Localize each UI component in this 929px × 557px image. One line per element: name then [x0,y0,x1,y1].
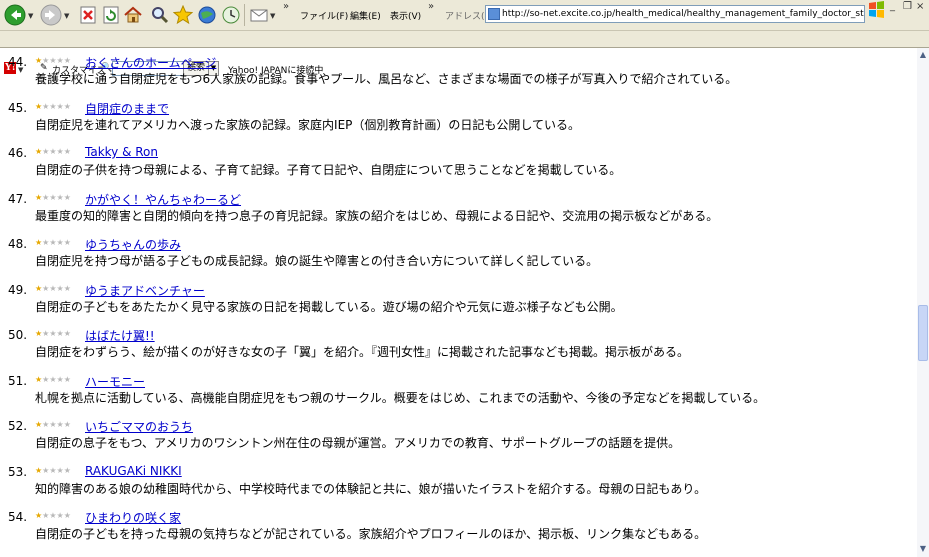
item-number: 44. [8,55,28,69]
scroll-thumb[interactable] [918,305,928,361]
item-number: 49. [8,282,28,297]
site-description: 自閉症の子どもを持った母親の気持ちなどが記されている。家族紹介やプロフィールのほ… [35,527,707,541]
site-link[interactable]: ひまわりの咲く家 [85,509,181,526]
list-item: 48. ゆうちゃんの歩み 自閉症児を持つ母が語る子どもの成長記録。娘の誕生や障害との… [0,231,917,276]
yahoo-toolbar: Y! ▼ ✎ カスタマイズ 🔍 検索 ▼ Yahoo! JAPANに接続中 [0,30,929,76]
site-description: 自閉症をわずらう、絵が描くのが好きな女の子「翼」を紹介。『週刊女性』に掲載された… [35,345,690,359]
back-icon[interactable] [4,4,26,26]
site-description: 自閉症の子どもをあたたかく見守る家族の日記を掲載している。遊び場の紹介や元気に遊… [35,299,623,314]
address-bar[interactable]: http://so-net.excite.co.jp/health_medica… [485,5,865,23]
site-link[interactable]: ハーモニー [85,373,145,390]
favorites-icon[interactable] [173,5,193,25]
list-item: 52. いちごママのおうち 自閉症の息子をもつ、アメリカのワシントン州在住の母親が運… [0,413,917,458]
site-link[interactable]: Takky & Ron [85,145,158,159]
refresh-icon[interactable] [101,5,121,25]
site-description: 知的障害のある娘の幼稚園時代から、中学校時代までの体験記と共に、娘が描いたイラス… [35,481,707,496]
menu-overflow-icon[interactable]: » [428,1,434,12]
site-description: 養護学校に通う自閉症児をもつ6人家族の記録。食事やプール、風呂など、さまざまな場… [35,72,738,86]
site-link[interactable]: かがやく！やんちゃわーるど [85,191,241,208]
rating-stars-icon: ★★★★★ [35,192,71,202]
item-number: 48. [8,237,28,251]
toolbar-overflow-icon[interactable]: » [283,1,289,12]
site-link[interactable]: はばたけ翼!! [85,327,155,344]
stop-icon[interactable] [78,5,98,25]
list-item: 45. 自閉症のままで 自閉症児を連れてアメリカへ渡った家族の記録。家庭内IEP（個… [0,95,917,140]
standard-toolbar: ▼ ▼ ▼ » ファイル(F) 編集(E) 表示(V) » アドレス(D) ht… [0,0,929,31]
media-icon[interactable] [197,5,217,25]
forward-icon[interactable] [40,4,62,26]
page-content: 44. おくさんのホームページ 養護学校に通う自閉症児をもつ6人家族の記録。食事やプ… [0,48,917,557]
site-description: 札幌を拠点に活動している、高機能自閉症児をもつ親のサークル。概要をはじめ、これま… [35,390,766,405]
address-url[interactable]: http://so-net.excite.co.jp/health_medica… [502,9,864,19]
list-item: 47. かがやく！やんちゃわーるど 最重度の知的障害と自閉的傾向を持つ息子の育児記録… [0,186,917,231]
restore-icon[interactable]: ❐ [903,1,912,12]
item-number: 47. [8,191,28,206]
close-icon[interactable]: × [916,1,924,12]
rating-stars-icon: ★★★★★ [35,511,71,520]
site-description: 自閉症の息子をもつ、アメリカのワシントン州在住の母親が運営。アメリカでの教育、サ… [35,436,681,450]
list-item: 50. はばたけ翼!! 自閉症をわずらう、絵が描くのが好きな女の子「翼」を紹介。『週… [0,322,917,367]
menu-file[interactable]: ファイル(F) [300,9,348,22]
rating-stars-icon: ★★★★★ [35,238,71,247]
back-dropdown-icon[interactable]: ▼ [28,12,33,20]
rating-stars-icon: ★★★★★ [35,465,71,475]
mail-dropdown-icon[interactable]: ▼ [270,12,275,20]
history-icon[interactable] [221,5,241,25]
list-item: 51. ハーモニー 札幌を拠点に活動している、高機能自閉症児をもつ親のサークル。概要… [0,368,917,413]
site-link[interactable]: RAKUGAKi NIKKI [85,464,182,478]
item-number: 51. [8,373,28,388]
rating-stars-icon: ★★★★★ [35,101,71,111]
site-link[interactable]: ゆうちゃんの歩み [85,236,181,253]
item-number: 46. [8,146,28,160]
site-description: 自閉症児を連れてアメリカへ渡った家族の記録。家庭内IEP（個別教育計画）の日記も… [35,117,581,132]
browser-chrome: ▼ ▼ ▼ » ファイル(F) 編集(E) 表示(V) » アドレス(D) ht… [0,0,929,76]
item-number: 45. [8,100,28,115]
rating-stars-icon: ★★★★★ [35,420,71,429]
menu-view[interactable]: 表示(V) [390,9,421,22]
mail-icon[interactable] [249,5,269,25]
rating-stars-icon: ★★★★★ [35,374,71,384]
site-link[interactable]: おくさんのホームページ [85,54,216,71]
home-icon[interactable] [123,5,143,25]
windows-logo-icon [869,1,884,18]
rating-stars-icon: ★★★★★ [35,147,71,156]
list-item: 54. ひまわりの咲く家 自閉症の子どもを持った母親の気持ちなどが記されている。家族… [0,504,917,549]
scroll-up-icon[interactable]: ▲ [917,49,929,61]
forward-dropdown-icon[interactable]: ▼ [64,12,69,20]
site-link[interactable]: 自閉症のままで [85,100,169,117]
item-number: 54. [8,510,28,524]
list-item: 46. Takky & Ron 自閉症の子供を持つ母親による、子育て記録。子育て日記… [0,140,917,185]
item-number: 52. [8,419,28,433]
site-link[interactable]: いちごママのおうち [85,418,193,435]
rating-stars-icon: ★★★★★ [35,329,71,338]
minimize-icon[interactable]: _ [890,1,895,12]
list-item: 53. RAKUGAKi NIKKI 知的障害のある娘の幼稚園時代から、中学校時代ま… [0,459,917,504]
site-description: 最重度の知的障害と自閉的傾向を持つ息子の育児記録。家族の紹介をはじめ、母親による… [35,208,719,223]
search-icon[interactable] [150,5,170,25]
item-number: 53. [8,464,28,479]
rating-stars-icon: ★★★★★ [35,56,71,65]
site-link[interactable]: ゆうまアドベンチャー [85,282,205,299]
page-icon [488,8,500,20]
site-description: 自閉症児を持つ母が語る子どもの成長記録。娘の誕生や障害との付き合い方について詳し… [35,254,599,268]
site-description: 自閉症の子供を持つ母親による、子育て記録。子育て日記や、自閉症について思うことな… [35,163,622,177]
rating-stars-icon: ★★★★★ [35,283,71,293]
vertical-scrollbar[interactable]: ▲ ▼ [917,48,929,557]
list-item: 49. ゆうまアドベンチャー 自閉症の子どもをあたたかく見守る家族の日記を掲載してい… [0,277,917,322]
scroll-down-icon[interactable]: ▼ [917,543,929,555]
list-item: 44. おくさんのホームページ 養護学校に通う自閉症児をもつ6人家族の記録。食事やプ… [0,49,917,94]
item-number: 50. [8,328,28,342]
menu-edit[interactable]: 編集(E) [350,9,381,22]
